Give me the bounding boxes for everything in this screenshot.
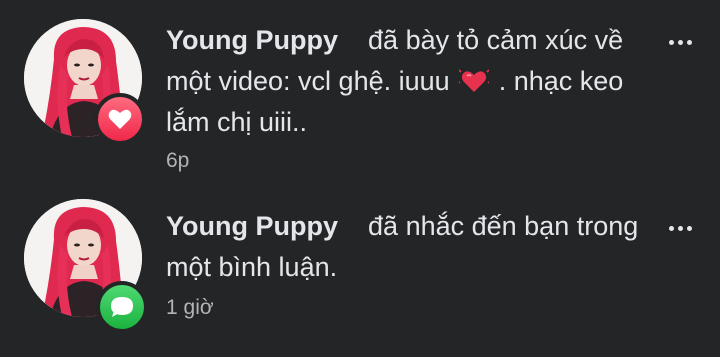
notification-text: lắm chị uiii.. bbox=[166, 107, 308, 137]
comment-badge bbox=[96, 281, 148, 333]
notification-text-line-1: Young Puppy đã nhắc đến bạn trong bbox=[166, 206, 639, 247]
notification-text: đã bày tỏ cảm xúc về bbox=[368, 25, 624, 55]
more-options-button[interactable] bbox=[660, 32, 700, 52]
actor-name: Young Puppy bbox=[166, 25, 338, 55]
notification-time: 6p bbox=[166, 149, 190, 172]
notification-item[interactable]: Young Puppy đã nhắc đến bạn trong một bì… bbox=[0, 186, 720, 357]
notification-item[interactable]: Young Puppy đã bày tỏ cảm xúc về một vid… bbox=[0, 0, 720, 186]
notification-text: đã nhắc đến bạn trong bbox=[368, 211, 639, 241]
notification-time: 1 giờ bbox=[166, 296, 214, 319]
reaction-badge bbox=[94, 93, 146, 145]
more-horizontal-icon bbox=[668, 39, 692, 45]
notification-text-line-2: một video: vcl ghệ. iuuu . nhạc keo bbox=[166, 61, 636, 102]
more-horizontal-icon bbox=[668, 225, 692, 231]
actor-name: Young Puppy bbox=[166, 211, 338, 241]
avatar-container[interactable] bbox=[24, 19, 146, 145]
notification-text-line-2: một bình luận. bbox=[166, 247, 636, 288]
notification-content[interactable]: Young Puppy đã bày tỏ cảm xúc về một vid… bbox=[166, 20, 636, 173]
notification-content[interactable]: Young Puppy đã nhắc đến bạn trong một bì… bbox=[166, 206, 639, 320]
notification-text-line-1: Young Puppy đã bày tỏ cảm xúc về bbox=[166, 20, 636, 61]
beating-heart-icon bbox=[459, 69, 490, 92]
more-options-button[interactable] bbox=[660, 218, 700, 238]
notification-text-line-3: lắm chị uiii.. bbox=[166, 102, 636, 143]
notification-text: một video: vcl ghệ. iuuu bbox=[166, 66, 450, 96]
comment-icon bbox=[111, 297, 133, 317]
notification-text: . nhạc keo bbox=[498, 66, 624, 96]
notification-text: một bình luận. bbox=[166, 252, 338, 282]
heart-icon bbox=[108, 109, 132, 129]
avatar-container[interactable] bbox=[24, 199, 148, 333]
